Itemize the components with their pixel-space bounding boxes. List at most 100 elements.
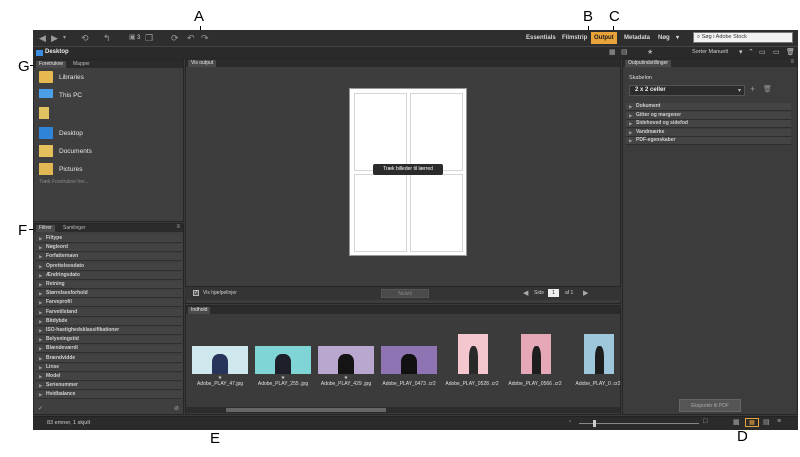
filter-row[interactable]: ▶ Oprettelsesdato	[36, 262, 182, 271]
grid-view-icon[interactable]: ▦	[733, 418, 740, 426]
page-number-input[interactable]: 1	[548, 289, 559, 297]
filter-row[interactable]: ▶ Ændringsdato	[36, 271, 182, 280]
filter-row[interactable]: ▶ Linse	[36, 363, 182, 372]
delete-icon[interactable]: 🗑	[786, 48, 795, 56]
page-cell-4[interactable]	[410, 174, 463, 252]
filter-row[interactable]: ▶ Bitdybde	[36, 317, 182, 326]
output-panel-menu-icon[interactable]: ≡	[790, 59, 794, 65]
tab-favorites[interactable]: Foretrukne	[36, 61, 67, 68]
refresh-button[interactable]: Nulstil	[381, 289, 429, 298]
content-scrollbar[interactable]	[186, 407, 620, 413]
clear-filter-icon[interactable]: ⊘	[174, 405, 179, 412]
template-chevron-icon: ▾	[737, 88, 741, 94]
recent-folder-icon[interactable]: ▭	[759, 48, 766, 56]
filter-row[interactable]: ▶ Størrelsesforhold	[36, 290, 182, 299]
tab-filter[interactable]: Filtrer	[36, 225, 55, 232]
new-folder-icon[interactable]: ▭	[773, 48, 780, 56]
favorite-this-pc[interactable]: This PC	[39, 89, 179, 103]
export-pdf-button[interactable]: Eksportér til PDF	[679, 399, 741, 412]
page-cell-3[interactable]	[354, 174, 407, 252]
filter-row[interactable]: ▶ Brændvidde	[36, 354, 182, 363]
tab-collections[interactable]: Samlinger	[60, 225, 89, 232]
output-section-row[interactable]: ▶ Sidehoved og sidefod	[626, 120, 791, 129]
tab-folders[interactable]: Mapper	[70, 61, 93, 68]
view-grid-icon[interactable]: ▦	[609, 48, 616, 56]
recent-icon[interactable]: ⟲	[81, 33, 89, 43]
filter-row[interactable]: ▶ Hvidbalance	[36, 391, 182, 400]
show-guides-checkbox[interactable]: ✓	[193, 290, 199, 296]
next-page-icon[interactable]: ▶	[583, 289, 588, 297]
page-cell-2[interactable]	[410, 93, 463, 171]
output-section-row[interactable]: ▶ PDF-egenskaber	[626, 137, 791, 146]
content-thumbnail[interactable]: ★ Adobe_PLAY_255 .jpg	[255, 330, 311, 394]
filter-row[interactable]: ▶ Nøgleord	[36, 244, 182, 253]
favorite-desktop[interactable]: Desktop	[39, 127, 179, 141]
content-thumbnail[interactable]: Adobe_PLAY_0473 .cr2	[381, 330, 437, 394]
content-thumbnail[interactable]: Adobe_PLAY_0 .cr2	[570, 330, 626, 394]
rotate-left-icon[interactable]: ↶	[187, 33, 195, 43]
favorite-documents[interactable]: Documents	[39, 145, 179, 159]
expand-icon: ▶	[629, 104, 633, 109]
filter-row[interactable]: ▶ Farveprofil	[36, 299, 182, 308]
pin-icon[interactable]: ✓	[38, 405, 43, 412]
workspace-essentials[interactable]: Essentials	[523, 32, 559, 44]
star-filter-icon[interactable]: ★	[647, 48, 653, 56]
list-view-icon[interactable]: ≡	[777, 418, 781, 425]
search-input[interactable]: ⌕ Søg i Adobe Stock	[693, 32, 793, 43]
filter-row[interactable]: ▶ Forfatternavn	[36, 253, 182, 262]
zoom-in-icon[interactable]: □	[703, 418, 707, 425]
content-thumbnail[interactable]: Adobe_PLAY_0528 .cr2	[444, 330, 500, 394]
workspace-menu-icon[interactable]: ▾	[673, 32, 682, 44]
output-section-row[interactable]: ▶ Gitter og margener	[626, 111, 791, 120]
filter-row[interactable]: ▶ Belysningstid	[36, 336, 182, 345]
sort-order-icon[interactable]: ⌃	[748, 48, 754, 56]
add-template-icon[interactable]: +	[750, 84, 755, 94]
output-section-row[interactable]: ▶ Vandmærke	[626, 128, 791, 137]
thumbnail-view-icon[interactable]: ▦	[745, 418, 759, 427]
page-cell-1[interactable]	[354, 93, 407, 171]
thumbnail-size-slider[interactable]	[579, 423, 699, 424]
favorite-libraries[interactable]: Libraries	[39, 71, 179, 85]
content-thumbnail[interactable]: Adobe_PLAY_0566 .cr2	[507, 330, 563, 394]
workspace-keywords[interactable]: Nøg	[655, 32, 673, 44]
breadcrumb-desktop[interactable]: Desktop	[45, 49, 69, 55]
workspace-metadata[interactable]: Metadata	[621, 32, 653, 44]
sort-chevron-icon[interactable]: ▾	[739, 48, 743, 56]
dropdown-icon[interactable]: ▾	[63, 33, 66, 43]
template-select[interactable]: 2 x 2 celler ▾	[629, 85, 745, 96]
refine-icon[interactable]: ❐	[145, 33, 153, 43]
rotate-right-icon[interactable]: ↷	[201, 33, 209, 43]
view-list-icon[interactable]: ▤	[621, 48, 628, 56]
back-icon[interactable]: ◀	[39, 33, 46, 43]
open-icon[interactable]: ⟳	[171, 33, 179, 43]
filter-row[interactable]: ▶ Farvetilstand	[36, 308, 182, 317]
details-view-icon[interactable]: ▤	[763, 418, 770, 426]
filter-row[interactable]: ▶ Model	[36, 373, 182, 381]
content-thumbnail[interactable]: ★ Adobe_PLAY_429 .jpg	[318, 330, 374, 394]
scrollbar-thumb[interactable]	[226, 408, 386, 412]
boomerang-icon[interactable]: ↰	[103, 33, 111, 43]
delete-template-icon[interactable]: 🗑	[763, 85, 772, 93]
filter-row[interactable]: ▶ Retning	[36, 281, 182, 289]
slider-handle[interactable]	[593, 420, 596, 427]
prev-page-icon[interactable]: ◀	[523, 289, 528, 297]
forward-icon[interactable]: ▶	[51, 33, 58, 43]
favorite-pictures[interactable]: Pictures	[39, 163, 179, 177]
tab-preview[interactable]: Vis output	[188, 60, 217, 67]
zoom-out-icon[interactable]: ▫	[569, 419, 571, 425]
filter-row[interactable]: ▶ Blændeværdi	[36, 345, 182, 354]
filter-row[interactable]: ▶ ISO-hastighedsklassifikationer	[36, 327, 182, 335]
tab-output-settings[interactable]: Outputindstillinger	[625, 60, 672, 67]
favorite-user[interactable]	[39, 107, 179, 121]
tab-content[interactable]: Indhold	[188, 307, 211, 314]
camera-icon[interactable]: ▣	[129, 33, 136, 43]
sort-dropdown[interactable]: Sorter Manuelt	[692, 49, 728, 55]
filter-row[interactable]: ▶ Filtype	[36, 235, 182, 243]
output-section-row[interactable]: ▶ Dokument	[626, 103, 791, 111]
content-thumbnail[interactable]: ★ Adobe_PLAY_47.jpg	[192, 330, 248, 394]
panel-menu-icon[interactable]: ≡	[176, 224, 180, 230]
workspace-output[interactable]: Output	[591, 32, 617, 44]
thumbnail-image	[255, 346, 311, 374]
workspace-filmstrip[interactable]: Filmstrip	[559, 32, 590, 44]
filter-row[interactable]: ▶ Serienummer	[36, 382, 182, 391]
